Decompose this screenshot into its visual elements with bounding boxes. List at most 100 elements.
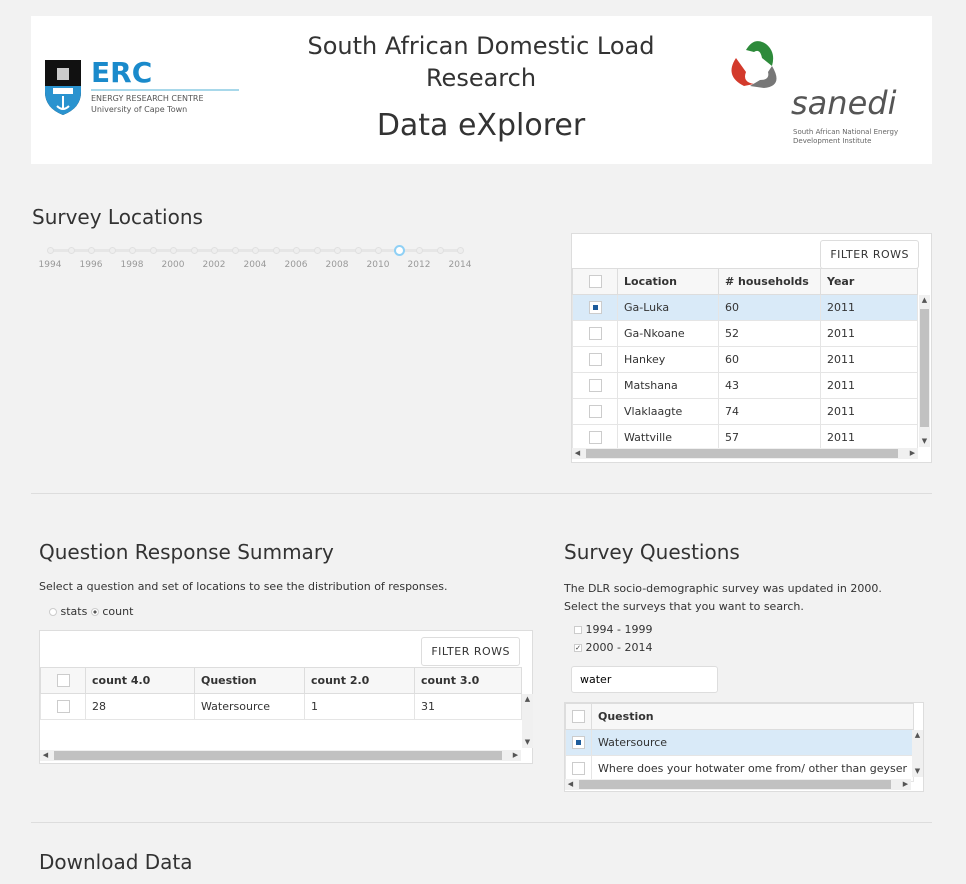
- survey-range-checkbox-1[interactable]: 1994 - 1999: [574, 623, 652, 636]
- row-checkbox[interactable]: [588, 431, 602, 445]
- cell: 31: [414, 693, 522, 720]
- horizontal-scrollbar[interactable]: ◀ ▶: [572, 448, 918, 459]
- slider-tick: [436, 247, 444, 254]
- erc-logo-text: ERC: [91, 56, 153, 89]
- row-checkbox[interactable]: [588, 405, 602, 419]
- cell: 74: [718, 398, 821, 425]
- app-subtitle: Data eXplorer: [376, 108, 586, 143]
- table-row[interactable]: Watersource: [565, 729, 915, 756]
- vertical-scrollbar[interactable]: ▲ ▼: [912, 730, 923, 777]
- radio-count[interactable]: [90, 608, 99, 616]
- cell: 28: [85, 693, 195, 720]
- row-checkbox[interactable]: [588, 301, 602, 315]
- slider-label: 1994: [38, 260, 62, 270]
- table-row[interactable]: Ga-Luka 60 2011: [572, 294, 918, 321]
- slider-label: 2002: [202, 260, 226, 270]
- slider-tick: [190, 247, 198, 254]
- table-row[interactable]: Vlaklaagte 74 2011: [572, 398, 918, 425]
- cell: Watersource: [590, 729, 915, 756]
- response-summary-title: Question Response Summary: [39, 540, 334, 564]
- sanedi-logo-caption: South African National Energy Development…: [793, 128, 899, 145]
- cell: 2011: [820, 320, 918, 347]
- row-checkbox[interactable]: [572, 762, 585, 776]
- slider-tick: [272, 247, 280, 254]
- cell: 57: [718, 424, 821, 451]
- slider-label: 2008: [325, 260, 349, 270]
- year-slider[interactable]: 1994 1996 1998 2000 2002 2004 2006 2008 2010 2012…: [39, 244, 471, 274]
- erc-logo-line1: ENERGY RESEARCH CENTRE: [91, 94, 204, 103]
- select-all-checkbox[interactable]: [588, 275, 602, 289]
- sanedi-emblem-logo: [724, 36, 796, 96]
- cell: 2011: [820, 398, 918, 425]
- row-checkbox[interactable]: [56, 700, 70, 714]
- slider-label: 1996: [79, 260, 103, 270]
- download-data-title: Download Data: [39, 850, 193, 874]
- cell: 43: [718, 372, 821, 399]
- radio-stats[interactable]: [49, 608, 57, 616]
- app-title: South African Domestic Load Research: [307, 32, 655, 92]
- vertical-scrollbar[interactable]: ▲ ▼: [919, 295, 930, 447]
- survey-range-checkbox-2[interactable]: ✓ 2000 - 2014: [574, 641, 652, 654]
- header-banner: ERC ENERGY RESEARCH CENTRE University of…: [31, 16, 932, 164]
- cell: 60: [718, 346, 821, 373]
- table-row[interactable]: Wattville 57 2011: [572, 424, 918, 451]
- select-all-checkbox[interactable]: [56, 674, 70, 688]
- question-search-input[interactable]: [571, 666, 718, 693]
- erc-logo-line2: University of Cape Town: [91, 105, 188, 114]
- column-header[interactable]: Location: [617, 268, 719, 295]
- table-row[interactable]: 28 Watersource 1 31: [40, 693, 522, 720]
- column-header[interactable]: # households: [718, 268, 821, 295]
- table-row[interactable]: Where does your hotwater ome from/ other…: [565, 755, 915, 782]
- slider-tick: [88, 247, 95, 254]
- column-header[interactable]: Question: [590, 703, 915, 730]
- column-header[interactable]: Question: [194, 667, 305, 694]
- slider-tick: [354, 247, 362, 254]
- vertical-scrollbar[interactable]: ▲ ▼: [522, 694, 533, 748]
- row-checkbox[interactable]: [588, 353, 602, 367]
- cell: 60: [718, 294, 821, 321]
- questions-table: Question Watersource Where does your hot…: [565, 703, 915, 782]
- cell: 1: [304, 693, 415, 720]
- select-all-checkbox[interactable]: [572, 710, 585, 724]
- column-header[interactable]: Year: [820, 268, 918, 295]
- slider-tick: [416, 247, 423, 254]
- slider-tick: [170, 247, 177, 254]
- divider: [31, 493, 932, 494]
- column-header[interactable]: count 3.0: [414, 667, 522, 694]
- row-checkbox[interactable]: [572, 736, 585, 750]
- radio-label: stats: [60, 605, 88, 618]
- slider-tick: [293, 247, 300, 254]
- slider-tick: [334, 247, 341, 254]
- filter-rows-button[interactable]: FILTER ROWS: [421, 637, 520, 666]
- table-row[interactable]: Ga-Nkoane 52 2011: [572, 320, 918, 347]
- cell: Ga-Luka: [617, 294, 719, 321]
- slider-label: 2006: [284, 260, 308, 270]
- survey-locations-title: Survey Locations: [32, 205, 203, 229]
- slider-tick: [313, 247, 321, 254]
- slider-tick: [67, 247, 75, 254]
- erc-logo-rule: [91, 89, 239, 91]
- horizontal-scrollbar[interactable]: ◀ ▶: [40, 750, 521, 761]
- table-row[interactable]: Hankey 60 2011: [572, 346, 918, 373]
- column-header[interactable]: count 2.0: [304, 667, 415, 694]
- slider-tick: [211, 247, 218, 254]
- row-checkbox[interactable]: [588, 327, 602, 341]
- slider-tick: [375, 247, 382, 254]
- divider: [31, 822, 932, 823]
- survey-questions-description: The DLR socio-demographic survey was upd…: [564, 582, 882, 613]
- slider-tick: [149, 247, 157, 254]
- cell: Matshana: [617, 372, 719, 399]
- cell: 52: [718, 320, 821, 347]
- slider-label: 2012: [407, 260, 431, 270]
- slider-handle[interactable]: [393, 245, 405, 256]
- filter-rows-button[interactable]: FILTER ROWS: [820, 240, 919, 269]
- horizontal-scrollbar[interactable]: ◀ ▶: [565, 779, 911, 790]
- cell: Vlaklaagte: [617, 398, 719, 425]
- column-header[interactable]: count 4.0: [85, 667, 195, 694]
- radio-label: count: [102, 605, 134, 618]
- cell: 2011: [820, 294, 918, 321]
- row-checkbox[interactable]: [588, 379, 602, 393]
- table-row[interactable]: Matshana 43 2011: [572, 372, 918, 399]
- cell: Ga-Nkoane: [617, 320, 719, 347]
- slider-label: 2000: [161, 260, 185, 270]
